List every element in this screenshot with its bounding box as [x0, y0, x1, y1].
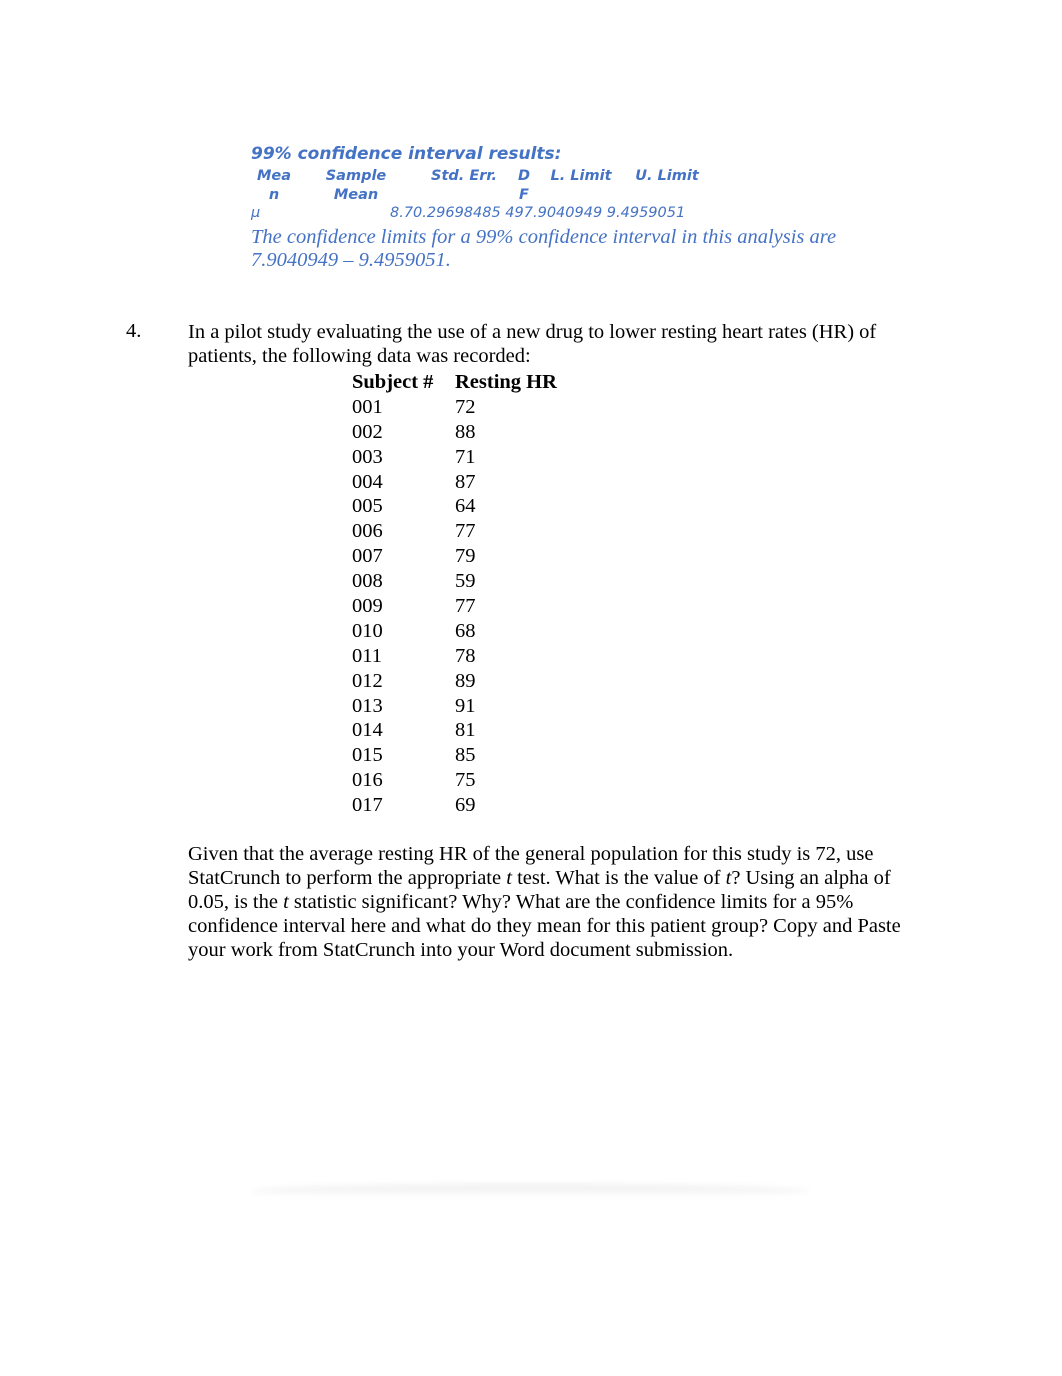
question-intro: In a pilot study evaluating the use of a… — [188, 321, 877, 367]
header-subject: Subject # — [352, 371, 434, 393]
table-row: 015 85 — [352, 743, 595, 768]
cell-subject: 015 — [352, 744, 383, 767]
cell-subject: 010 — [352, 619, 383, 642]
table-row: 003 71 — [352, 445, 595, 470]
cell-subject: 012 — [352, 669, 383, 692]
document-page: 99% confidence interval results: Mea n S… — [0, 0, 1062, 1376]
ci-header-std-err-label: Std. Err. — [431, 168, 497, 184]
cell-subject: 011 — [352, 644, 382, 667]
cell-subject: 003 — [352, 445, 383, 468]
cell-subject: 001 — [352, 395, 383, 418]
cell-resting-hr: 87 — [455, 470, 476, 493]
cell-resting-hr: 71 — [455, 445, 476, 468]
cell-resting-hr: 79 — [455, 545, 476, 568]
cell-subject: 002 — [352, 420, 383, 443]
ci-results-title: 99% confidence interval results: — [251, 144, 562, 164]
cell-subject: 016 — [352, 769, 383, 792]
table-row: 005 64 — [352, 494, 595, 519]
cell-resting-hr: 64 — [455, 495, 476, 518]
question-number: 4. — [126, 320, 142, 342]
cell-subject: 014 — [352, 719, 383, 742]
table-row: 006 77 — [352, 519, 595, 544]
cell-resting-hr: 69 — [455, 794, 476, 817]
cell-resting-hr: 78 — [455, 644, 476, 667]
ci-header-u-limit-label: U. Limit — [635, 168, 699, 184]
table-row: 007 79 — [352, 544, 595, 569]
cell-subject: 017 — [352, 794, 383, 817]
cell-resting-hr: 77 — [455, 595, 476, 618]
cell-subject: 006 — [352, 520, 383, 543]
ci-header-u-limit: U. Limit — [630, 167, 704, 186]
ci-header-mean-line1: Mea — [256, 168, 292, 184]
cell-subject: 005 — [352, 495, 383, 518]
para-text-2: test. What is the value of — [511, 867, 726, 889]
cell-subject: 008 — [352, 570, 383, 593]
cell-subject: 004 — [352, 470, 383, 493]
ci-row-values: 8.70.29698485 497.9040949 9.4959051 — [390, 205, 686, 221]
cell-resting-hr: 81 — [455, 719, 476, 742]
table-row: 017 69 — [352, 793, 595, 818]
para-text-4: statistic significant? Why? What are the… — [188, 891, 901, 961]
table-row: 002 88 — [352, 420, 595, 445]
ci-header-sample-mean-line1: Sample — [325, 168, 387, 184]
cell-resting-hr: 68 — [455, 619, 476, 642]
table-row: 014 81 — [352, 718, 595, 743]
cell-subject: 013 — [352, 694, 383, 717]
cell-subject: 009 — [352, 595, 383, 618]
ci-row-mean-symbol: μ — [251, 205, 261, 221]
cell-resting-hr: 75 — [455, 769, 476, 792]
ci-header-sample-mean-line2: Mean — [333, 187, 379, 203]
table-body: 001 72 002 88 003 71 004 87 005 64 006 77 007 79 008 59… — [352, 395, 595, 818]
heart-rate-table: Subject # Resting HR 001 72 002 88 003 71 004 8… — [352, 370, 595, 818]
cell-resting-hr: 59 — [455, 570, 476, 593]
table-row: 008 59 — [352, 569, 595, 594]
table-row: 001 72 — [352, 395, 595, 420]
cell-subject: 007 — [352, 545, 383, 568]
table-row: 004 87 — [352, 470, 595, 495]
table-row: 012 89 — [352, 669, 595, 694]
cell-resting-hr: 72 — [455, 395, 476, 418]
table-header-row: Subject # Resting HR — [352, 370, 595, 395]
question-paragraph: Given that the average resting HR of the… — [188, 842, 928, 962]
table-row: 009 77 — [352, 594, 595, 619]
header-resting-hr: Resting HR — [455, 371, 557, 393]
ci-header-mean-line2: n — [268, 187, 280, 203]
cell-resting-hr: 85 — [455, 744, 476, 767]
table-row: 016 75 — [352, 768, 595, 793]
cell-resting-hr: 88 — [455, 420, 476, 443]
ci-header-mean: Mea n — [254, 167, 294, 205]
cell-resting-hr: 77 — [455, 520, 476, 543]
ci-header-sample-mean: Sample Mean — [318, 167, 394, 205]
ci-header-df: D F — [514, 167, 534, 205]
table-row: 011 78 — [352, 644, 595, 669]
table-row: 010 68 — [352, 619, 595, 644]
cell-resting-hr: 89 — [455, 669, 476, 692]
ci-header-df-line2: F — [519, 187, 529, 203]
table-row: 013 91 — [352, 694, 595, 719]
page-shadow-divider — [250, 1184, 810, 1198]
ci-header-l-limit: L. Limit — [545, 167, 617, 186]
ci-header-df-line1: D — [517, 168, 531, 184]
cell-resting-hr: 91 — [455, 694, 476, 717]
ci-header-l-limit-label: L. Limit — [550, 168, 612, 184]
ci-header-std-err: Std. Err. — [426, 167, 502, 186]
ci-conclusion-sentence: The confidence limits for a 99% confiden… — [251, 226, 837, 271]
